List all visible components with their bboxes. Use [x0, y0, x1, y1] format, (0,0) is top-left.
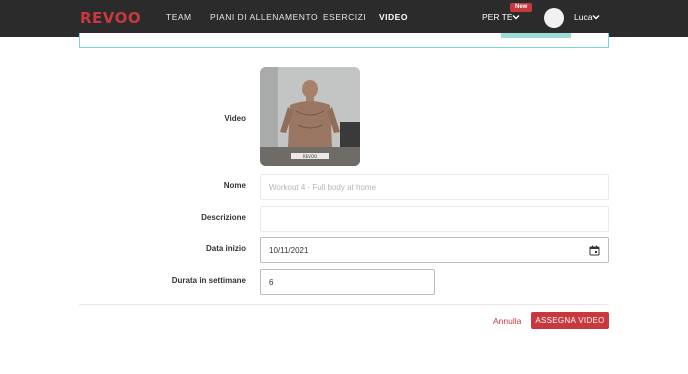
nav-video[interactable]: VIDEO	[379, 12, 408, 22]
description-label: Descrizione	[201, 213, 246, 222]
video-label: Video	[224, 114, 246, 123]
divider	[79, 304, 609, 305]
nav-piani-di-allenamento[interactable]: PIANI DI ALLENAMENTO	[210, 12, 318, 22]
chevron-down-icon[interactable]	[591, 12, 601, 22]
start-date-label: Data inizio	[205, 244, 246, 253]
name-input[interactable]: Workout 4 - Full body at home	[260, 174, 609, 200]
assign-video-button[interactable]: ASSEGNA VIDEO	[531, 312, 609, 329]
per-te-menu[interactable]: PER TE	[482, 12, 513, 22]
revoo-logo[interactable]: REVOO	[80, 9, 141, 27]
user-menu[interactable]: Luca	[574, 12, 592, 22]
avatar[interactable]	[544, 8, 564, 28]
description-input[interactable]	[260, 206, 609, 232]
duration-label: Durata in settimane	[171, 276, 246, 285]
calendar-icon[interactable]	[589, 245, 600, 256]
cancel-link[interactable]: Annulla	[493, 316, 521, 326]
start-date-input[interactable]: 10/11/2021	[260, 237, 609, 263]
thumbnail-caption: REVOO	[303, 154, 317, 159]
previous-card	[79, 33, 609, 48]
name-label: Nome	[223, 181, 246, 190]
start-date-value: 10/11/2021	[269, 245, 309, 255]
video-preview-image: REVOO	[260, 67, 360, 166]
chevron-down-icon[interactable]	[511, 12, 521, 22]
nav-team[interactable]: TEAM	[166, 12, 192, 22]
top-navigation-bar: REVOO TEAM PIANI DI ALLENAMENTO ESERCIZI…	[0, 0, 688, 37]
video-thumbnail[interactable]: REVOO	[260, 67, 360, 166]
card-button[interactable]	[501, 33, 571, 38]
new-badge: New	[510, 3, 533, 12]
nav-esercizi[interactable]: ESERCIZI	[323, 12, 366, 22]
duration-input[interactable]: 6	[260, 269, 435, 295]
